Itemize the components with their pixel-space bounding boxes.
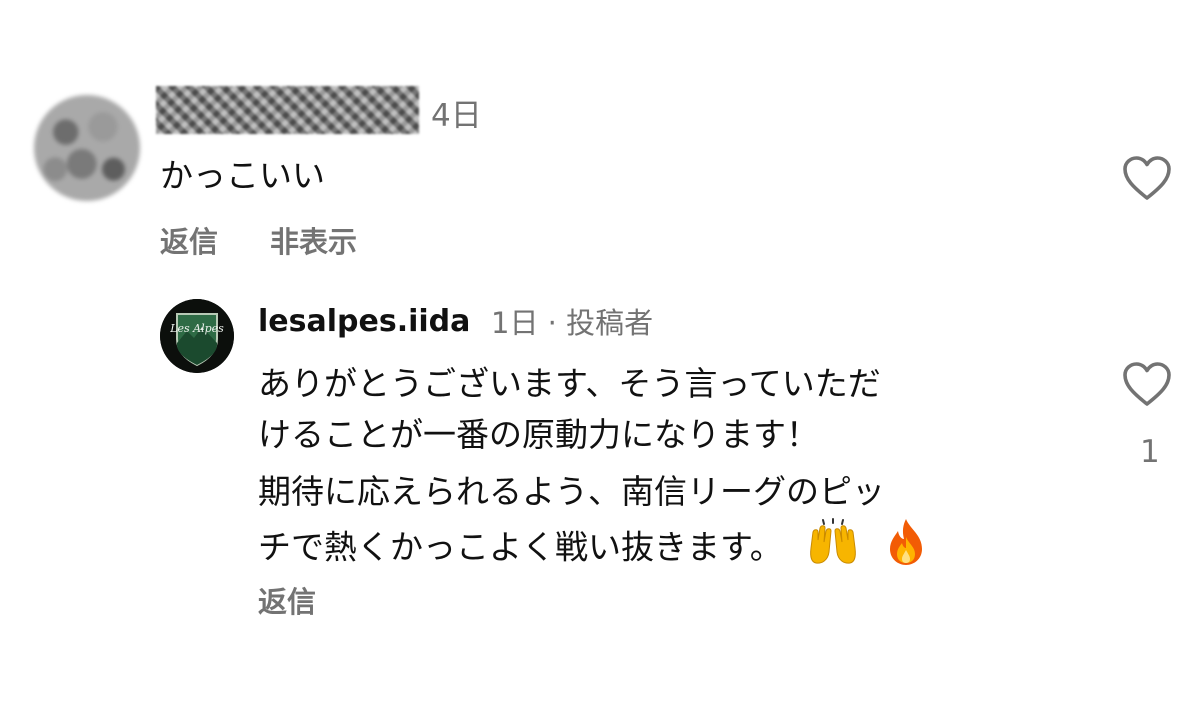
like-button[interactable] <box>1121 154 1173 202</box>
reply-comment: Les Alpes lesalpes.iida 1日 · 投稿者 ありがとうござ… <box>0 280 1200 680</box>
reply-paragraph: 期待に応えられるよう、南信リーグのピッ チで熱くかっこよく戦い抜きます。 <box>258 466 928 581</box>
reply-text-line: ありがとうございます、そう言っていただ <box>258 364 881 403</box>
fire-icon <box>884 517 928 581</box>
heart-outline-icon <box>1123 362 1171 406</box>
username-redacted[interactable] <box>156 86 419 134</box>
reply-meta: 1日 · 投稿者 <box>491 306 654 340</box>
avatar[interactable] <box>34 95 140 201</box>
reply-username[interactable]: lesalpes.iida <box>258 302 470 342</box>
reply-text-line: チで熱くかっこよく戦い抜きます。 <box>258 517 928 581</box>
comment-text: かっこいい <box>160 156 325 195</box>
reply-button[interactable]: 返信 <box>160 223 218 261</box>
hide-button[interactable]: 非表示 <box>270 223 357 261</box>
comment-actions: 返信 非表示 <box>160 223 357 261</box>
avatar[interactable]: Les Alpes <box>160 299 234 373</box>
comment: 4日 かっこいい 返信 非表示 <box>0 0 1200 280</box>
svg-text:Les Alpes: Les Alpes <box>169 322 224 335</box>
like-button[interactable] <box>1121 360 1173 408</box>
like-count: 1 <box>1140 434 1160 470</box>
les-alpes-logo-icon: Les Alpes <box>160 299 234 373</box>
raising-hands-icon <box>805 518 861 580</box>
reply-button[interactable]: 返信 <box>258 585 316 619</box>
reply-paragraph: ありがとうございます、そう言っていただ けることが一番の原動力になります！ <box>258 358 881 460</box>
reply-text-fragment: チで熱くかっこよく戦い抜きます。 <box>258 527 783 567</box>
reply-text-line: けることが一番の原動力になります！ <box>258 415 819 454</box>
comment-timestamp: 4日 <box>431 98 482 134</box>
reply-actions: 返信 <box>258 583 316 621</box>
reply-text-line: 期待に応えられるよう、南信リーグのピッ <box>258 472 885 511</box>
heart-outline-icon <box>1123 156 1171 200</box>
